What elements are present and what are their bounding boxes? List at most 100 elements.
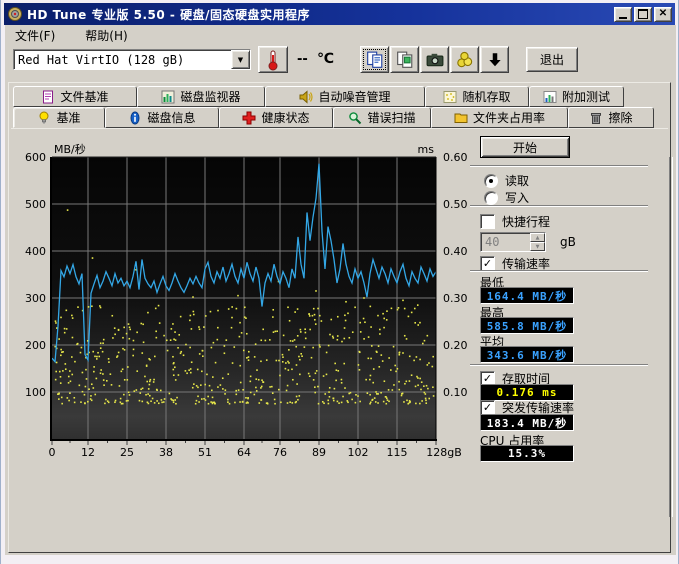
svg-text:64: 64: [237, 446, 251, 459]
tab-label: 随机存取: [462, 88, 510, 105]
svg-text:500: 500: [25, 198, 46, 211]
spin-up-button[interactable]: ▲: [530, 233, 545, 242]
min-rate-display: 164.4 MB/秒: [480, 287, 574, 304]
burst-rate-display: 183.4 MB/秒: [480, 414, 574, 431]
benchmark-page: MB/秒ms6005004003002001000.600.500.400.30…: [11, 128, 668, 550]
separator: [470, 165, 648, 167]
chevron-down-icon[interactable]: ▼: [231, 50, 250, 69]
svg-text:115: 115: [387, 446, 408, 459]
menu-file[interactable]: 文件(F): [11, 25, 63, 46]
short-stroke-label: 快捷行程: [502, 213, 550, 230]
red-cross-icon: [242, 111, 256, 125]
tab-自动噪音管理[interactable]: 自动噪音管理: [265, 86, 425, 107]
tab-随机存取[interactable]: 随机存取: [425, 86, 529, 107]
panel-divider: [669, 157, 673, 517]
thermometer-icon: [265, 49, 281, 71]
copy-text-icon: [366, 51, 384, 69]
separator: [470, 205, 648, 207]
svg-text:38: 38: [159, 446, 173, 459]
green-bars-icon: [161, 90, 175, 104]
arrow-down-icon: [486, 51, 504, 69]
svg-text:25: 25: [120, 446, 134, 459]
copy-image-icon: [396, 51, 414, 69]
svg-text:ms: ms: [418, 143, 435, 156]
tab-label: 健康状态: [261, 109, 309, 126]
tab-row-1: 文件基准 磁盘监视器 自动噪音管理 随机存取 附加测试: [13, 86, 666, 107]
tab-磁盘信息[interactable]: 磁盘信息: [105, 107, 219, 128]
temperature-unit-label: ℃: [317, 51, 334, 67]
coins-icon: [456, 51, 474, 69]
short-stroke-size-input[interactable]: 40 ▲ ▼: [480, 232, 546, 252]
tab-文件夹占用率[interactable]: 文件夹占用率: [431, 107, 568, 128]
copy-image-button[interactable]: [390, 46, 419, 73]
dots-icon: [443, 90, 457, 104]
drive-select[interactable]: Red Hat VirtIO (128 gB) ▼: [13, 49, 251, 70]
camera-icon: [426, 51, 444, 69]
tab-label: 错误扫描: [367, 109, 415, 126]
app-icon: [7, 6, 23, 22]
tab-擦除[interactable]: 擦除: [568, 107, 654, 128]
close-icon: ✕: [659, 9, 667, 19]
save-button[interactable]: [480, 46, 509, 73]
svg-text:400: 400: [25, 245, 46, 258]
svg-text:89: 89: [312, 446, 326, 459]
svg-text:100: 100: [25, 386, 46, 399]
tab-基准[interactable]: 基准: [13, 107, 105, 128]
tab-label: 磁盘信息: [147, 109, 195, 126]
toolbar: Red Hat VirtIO (128 gB) ▼ -- ℃ 退出: [5, 45, 676, 79]
svg-text:200: 200: [25, 339, 46, 352]
maximize-icon: [638, 9, 648, 19]
temperature-button[interactable]: [258, 46, 288, 73]
options-button[interactable]: [450, 46, 479, 73]
short-stroke-size-value: 40: [481, 235, 530, 249]
copy-text-button[interactable]: [360, 46, 389, 73]
spin-down-button[interactable]: ▼: [530, 242, 545, 251]
tab-label: 附加测试: [562, 88, 610, 105]
tab-label: 文件夹占用率: [473, 109, 545, 126]
maximize-button[interactable]: [634, 7, 652, 22]
info-icon: [128, 111, 142, 125]
tab-磁盘监视器[interactable]: 磁盘监视器: [137, 86, 265, 107]
trash-icon: [589, 111, 603, 125]
radio-icon: [484, 174, 498, 188]
speaker-icon: [299, 90, 313, 104]
titlebar: HD Tune 专业版 5.50 - 硬盘/固态硬盘实用程序 ✕: [4, 3, 675, 25]
read-radio[interactable]: 读取: [484, 172, 529, 189]
tab-row-2: 基准 磁盘信息 健康状态 错误扫描 文件夹占用率 擦除: [13, 107, 666, 128]
write-radio[interactable]: 写入: [484, 189, 529, 206]
purple-doc-icon: [41, 90, 55, 104]
benchmark-chart: MB/秒ms6005004003002001000.600.500.400.30…: [16, 139, 486, 469]
tab-文件基准[interactable]: 文件基准: [13, 86, 137, 107]
minimize-button[interactable]: [614, 7, 632, 22]
tab-label: 自动噪音管理: [318, 88, 390, 105]
exit-button[interactable]: 退出: [526, 47, 578, 72]
menubar: 文件(F) 帮助(H): [5, 25, 676, 45]
tab-label: 磁盘监视器: [180, 88, 240, 105]
close-button[interactable]: ✕: [654, 7, 672, 22]
content-panel: 文件基准 磁盘监视器 自动噪音管理 随机存取 附加测试 基准 磁盘信息 健康状态 错误扫描 文件…: [8, 82, 671, 553]
short-stroke-size: 40 ▲ ▼ gB: [480, 232, 576, 252]
svg-text:102: 102: [348, 446, 369, 459]
read-radio-label: 读取: [505, 172, 529, 189]
minimize-icon: [619, 17, 627, 19]
window-title: HD Tune 专业版 5.50 - 硬盘/固态硬盘实用程序: [27, 6, 614, 23]
menu-help[interactable]: 帮助(H): [81, 25, 135, 46]
tab-错误扫描[interactable]: 错误扫描: [333, 107, 431, 128]
hdtune-window: HD Tune 专业版 5.50 - 硬盘/固态硬盘实用程序 ✕ 文件(F) 帮…: [0, 0, 679, 564]
tab-健康状态[interactable]: 健康状态: [219, 107, 333, 128]
separator: [470, 270, 648, 272]
drive-select-value: Red Hat VirtIO (128 gB): [14, 53, 231, 67]
avg-rate-display: 343.6 MB/秒: [480, 346, 574, 363]
max-rate-display: 585.8 MB/秒: [480, 317, 574, 334]
checkbox-icon: [480, 400, 495, 415]
tab-label: 擦除: [608, 109, 632, 126]
start-button[interactable]: 开始: [480, 136, 570, 158]
cpu-usage-display: 15.3%: [480, 445, 574, 462]
svg-text:76: 76: [273, 446, 287, 459]
svg-text:MB/秒: MB/秒: [54, 142, 86, 156]
tab-label: 文件基准: [60, 88, 108, 105]
screenshot-button[interactable]: [420, 46, 449, 73]
toolbar-buttons: [360, 46, 510, 73]
short-stroke-checkbox[interactable]: 快捷行程: [480, 213, 550, 230]
tab-附加测试[interactable]: 附加测试: [529, 86, 624, 107]
